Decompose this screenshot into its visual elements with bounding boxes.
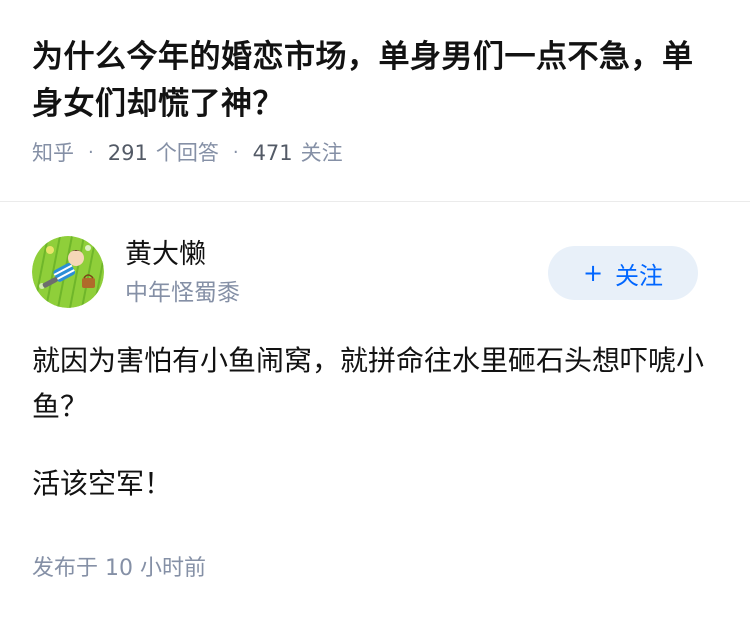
answer-count-link[interactable]: 291 个回答 [108,138,219,168]
answer-paragraph: 活该空军！ [32,467,173,500]
publish-time: 10 小时前 [105,556,207,581]
question-header: 为什么今年的婚恋市场，单身男们一点不急，单身女们却慌了神？ 知乎 · 291 个回… [32,34,722,168]
question-title[interactable]: 为什么今年的婚恋市场，单身男们一点不急，单身女们却慌了神？ [32,34,722,128]
author-card: 黄大懒 中年怪蜀黍 + 关注 [32,236,698,308]
publish-timestamp: 发布于 10 小时前 [32,554,206,584]
follower-count-link[interactable]: 471 关注 [253,138,343,168]
publish-prefix: 发布于 [32,556,99,581]
plus-icon: + [582,259,604,287]
author-name[interactable]: 黄大懒 [125,238,206,272]
section-divider [0,201,750,202]
answer-paragraph: 就因为害怕有小鱼闹窝，就拼命往水里砸石头想吓唬小鱼？ [32,344,705,423]
follow-button[interactable]: + 关注 [548,246,698,300]
author-tagline: 中年怪蜀黍 [125,280,240,306]
follow-button-label: 关注 [615,261,664,290]
follower-count-label: 关注 [300,141,343,165]
answer-content: 就因为害怕有小鱼闹窝，就拼命往水里砸石头想吓唬小鱼？ 活该空军！ [32,338,722,507]
separator-dot: · [232,142,239,163]
source-label[interactable]: 知乎 [32,138,74,168]
separator-dot: · [88,142,94,163]
answer-count-label: 个回答 [155,141,219,165]
follower-count: 471 [252,141,293,165]
question-meta: 知乎 · 291 个回答 · 471 关注 [32,138,722,168]
answer-count: 291 [107,141,148,165]
avatar[interactable] [32,236,104,308]
avatar-illustration-icon [32,236,104,308]
